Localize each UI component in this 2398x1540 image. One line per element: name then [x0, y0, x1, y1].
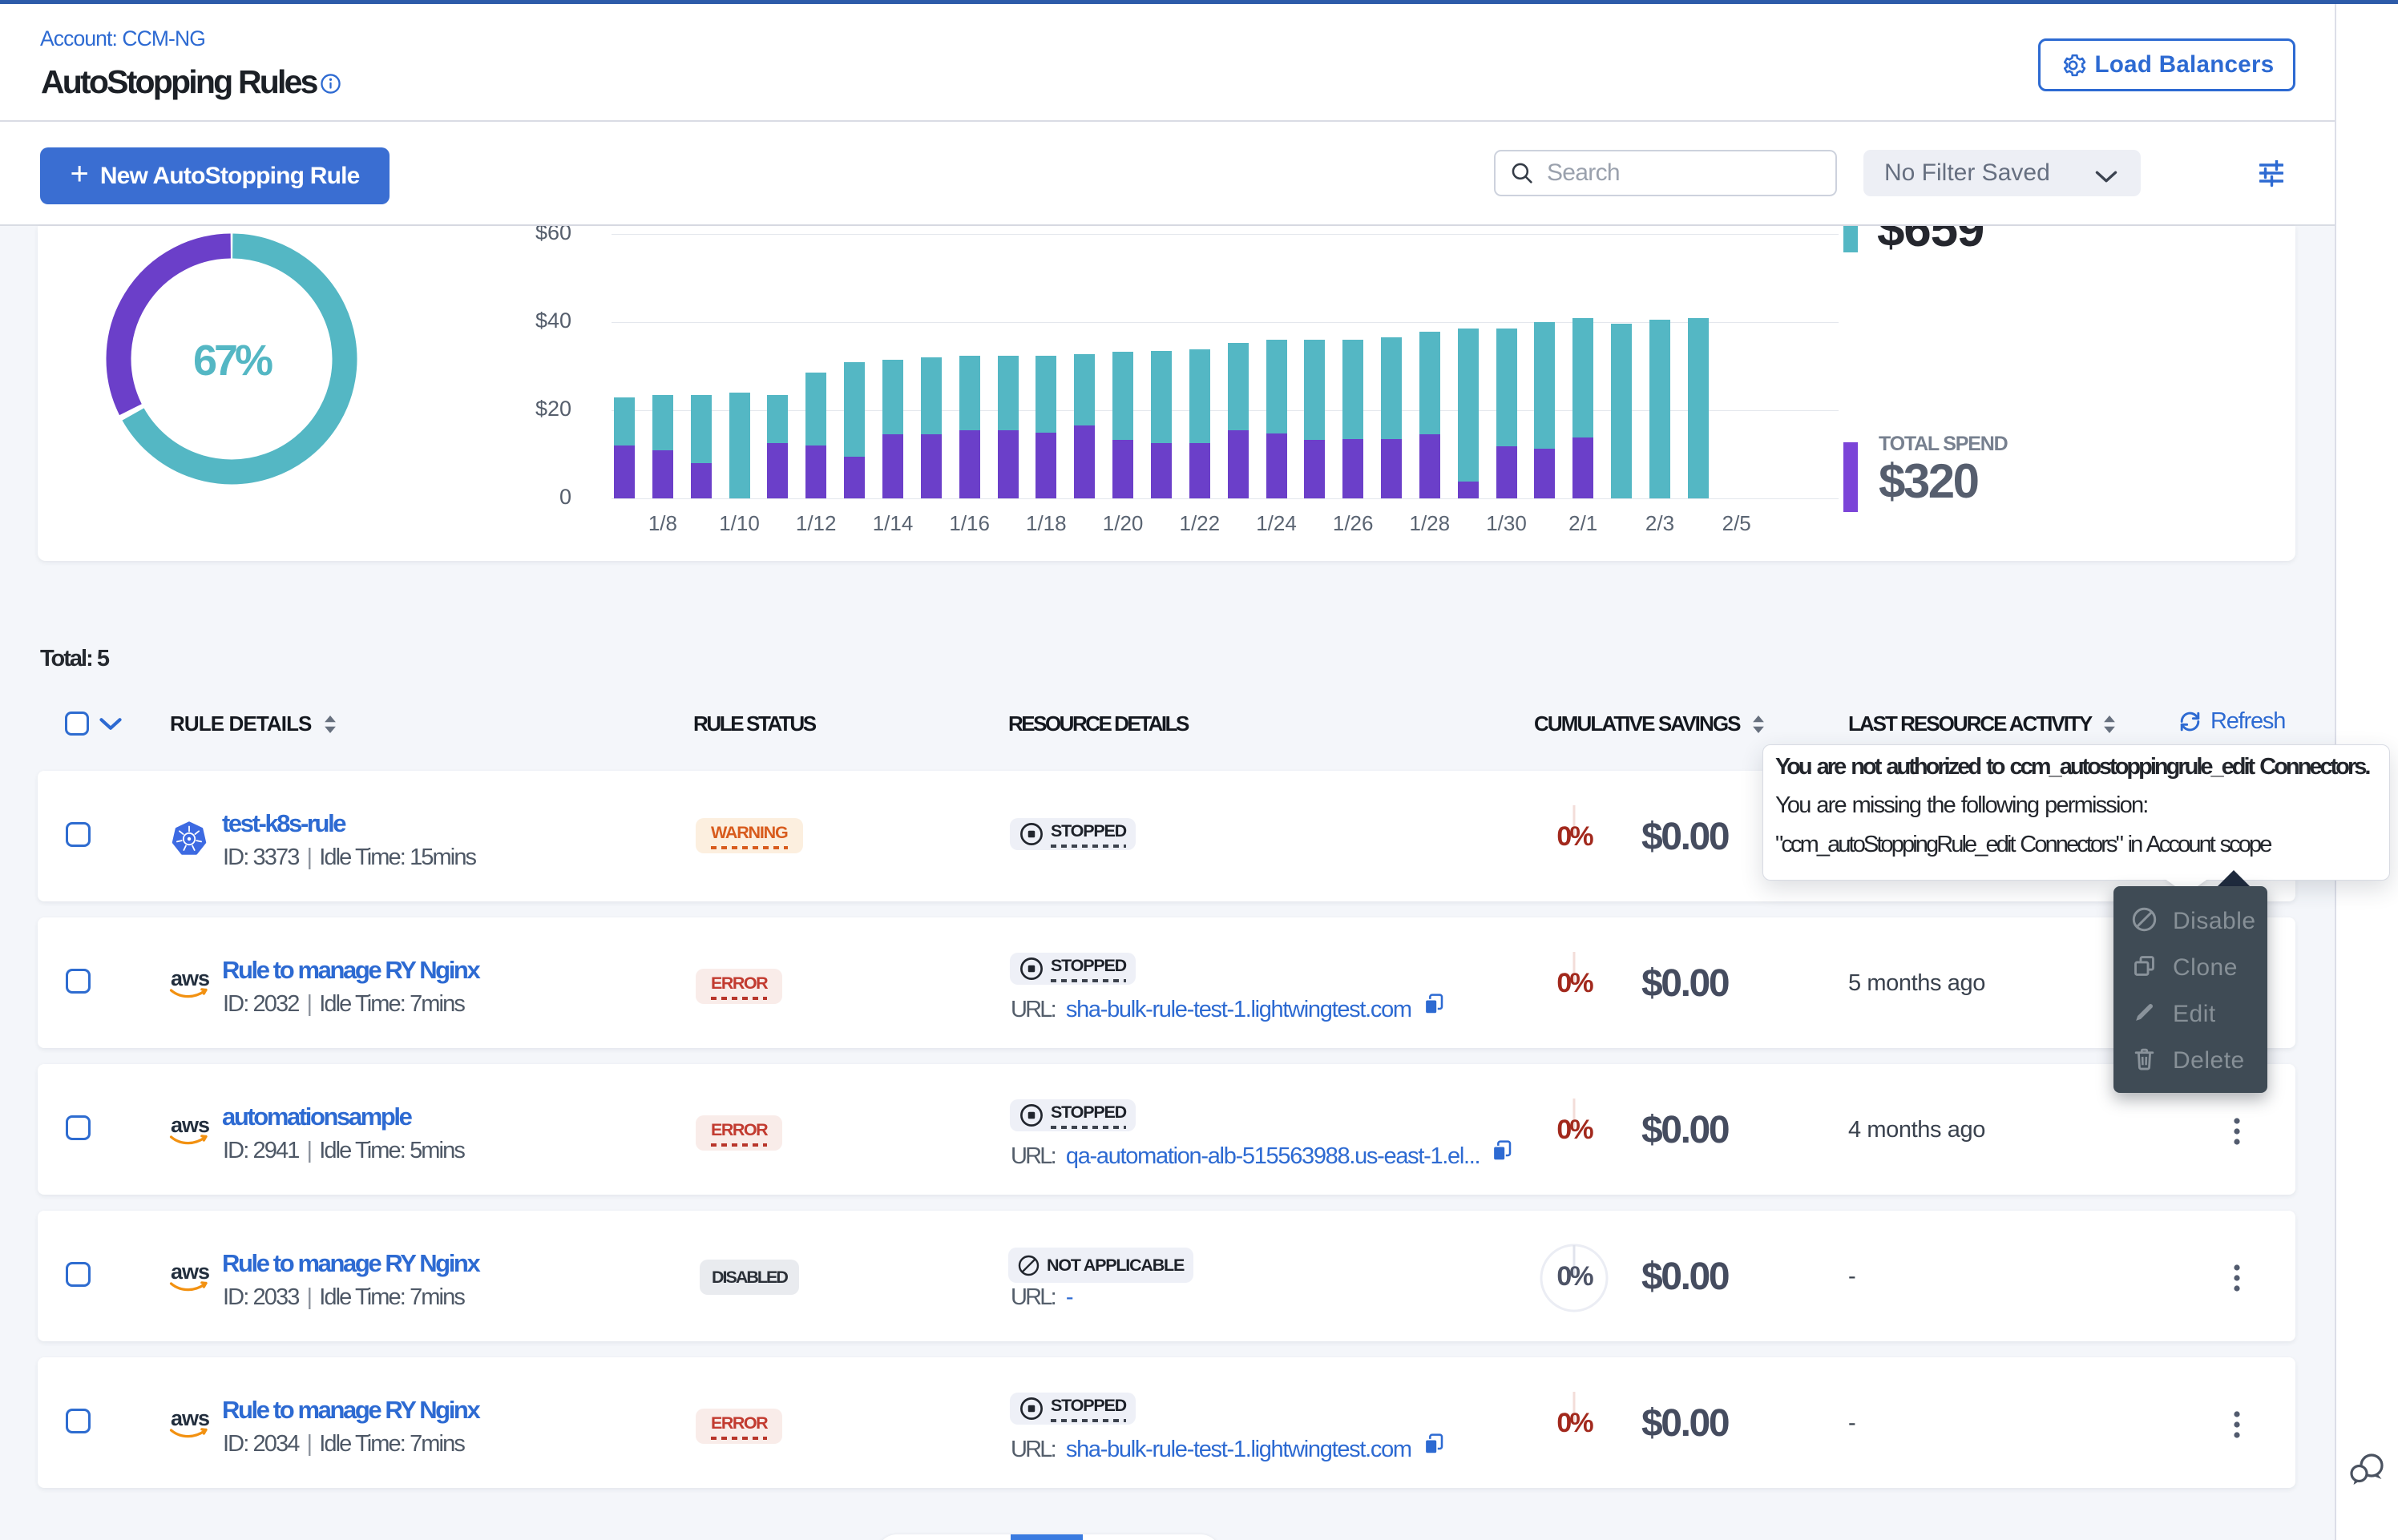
svg-text:aws: aws	[171, 1260, 209, 1284]
svg-text:aws: aws	[171, 966, 209, 990]
svg-text:aws: aws	[171, 1406, 209, 1430]
svg-text:aws: aws	[171, 1113, 209, 1137]
svg-text:67%: 67%	[193, 337, 272, 385]
